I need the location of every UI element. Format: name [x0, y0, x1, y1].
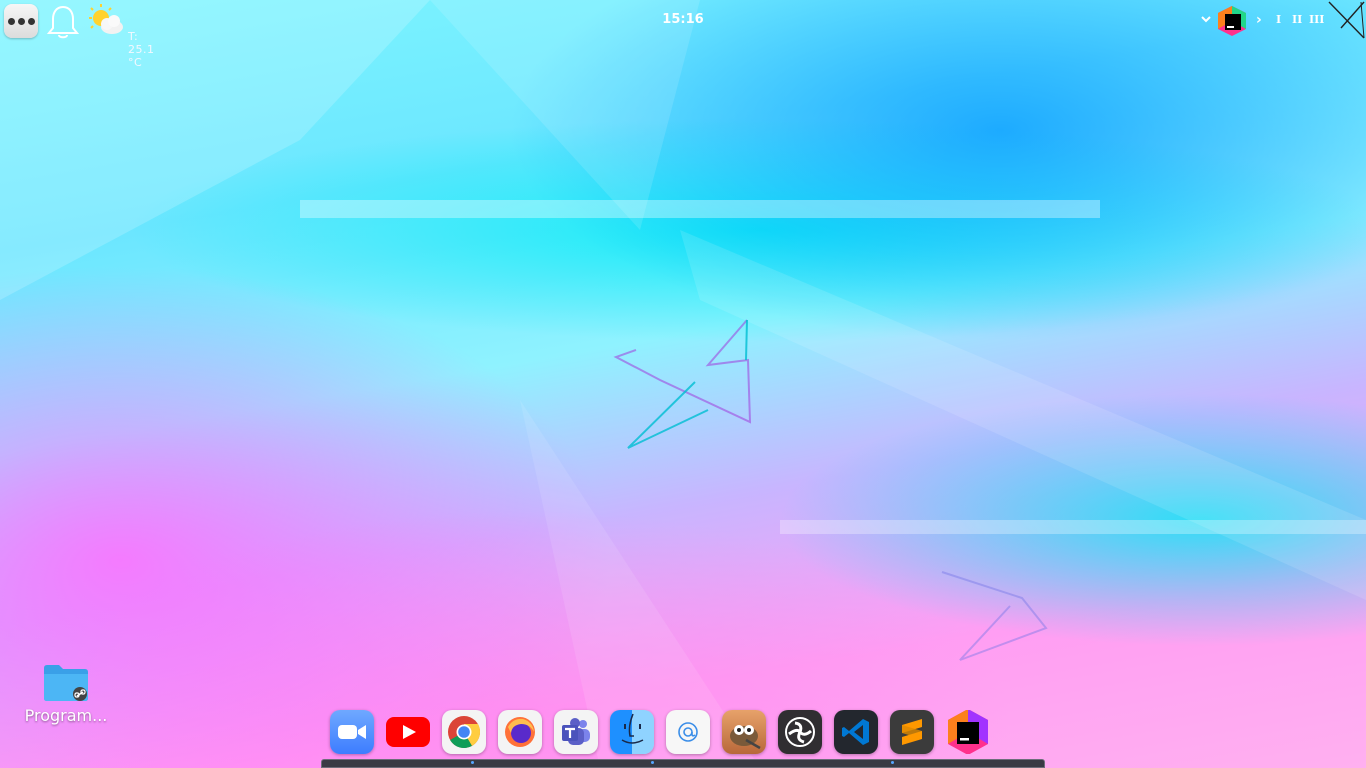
teams-icon: [562, 718, 590, 745]
hot-corner-icon[interactable]: [1327, 0, 1366, 40]
partly-cloudy-icon[interactable]: [86, 2, 124, 38]
wallpaper: [0, 0, 1366, 768]
dock-youtube[interactable]: [386, 710, 430, 754]
dock-web-browser[interactable]: [666, 710, 710, 754]
dot-icon: [7, 17, 15, 25]
desktop-icon-label: Program...: [24, 706, 108, 725]
dock-jetbrains[interactable]: [946, 710, 990, 754]
running-indicator: [651, 761, 654, 764]
dock-chrome[interactable]: [442, 710, 486, 754]
folder-link-icon: [44, 665, 88, 701]
dock-firefox[interactable]: [498, 710, 542, 754]
zoom-icon: [338, 725, 366, 739]
tray-expand-arrow[interactable]: ›: [1256, 12, 1262, 28]
dock-gimp[interactable]: [722, 710, 766, 754]
web-browser-icon: [678, 722, 698, 742]
desktop-icon-programs[interactable]: Program...: [18, 660, 114, 725]
firefox-icon: [505, 717, 535, 747]
bell-icon[interactable]: [46, 4, 80, 40]
finder-icon: [621, 713, 644, 744]
gimp-icon: [730, 725, 761, 750]
clock[interactable]: 15:16: [662, 12, 703, 27]
dock-teams[interactable]: [554, 710, 598, 754]
vscode-icon: [842, 719, 869, 745]
jetbrains-icon: [948, 710, 988, 754]
youtube-icon: [386, 717, 430, 747]
dot-icon: [27, 17, 35, 25]
running-indicator: [471, 761, 474, 764]
temperature-label: T: 25.1 °C: [128, 30, 155, 69]
workspace-1[interactable]: I: [1276, 13, 1281, 26]
dock-zoom[interactable]: [330, 710, 374, 754]
workspace-3[interactable]: III: [1309, 13, 1324, 26]
running-indicator: [891, 761, 894, 764]
dock-finder[interactable]: [610, 710, 654, 754]
chevron-down-icon[interactable]: [1199, 12, 1213, 26]
app-menu-button[interactable]: [4, 4, 38, 38]
jetbrains-tray-icon[interactable]: [1216, 5, 1248, 37]
sublime-icon: [902, 719, 922, 745]
dock-vscode[interactable]: [834, 710, 878, 754]
dock-sublime[interactable]: [890, 710, 934, 754]
chrome-icon: [448, 716, 481, 749]
dock: [330, 707, 990, 757]
obs-icon: [785, 717, 815, 747]
dot-icon: [17, 17, 25, 25]
workspace-2[interactable]: II: [1292, 13, 1302, 26]
dock-background: [321, 759, 1045, 768]
dock-obs[interactable]: [778, 710, 822, 754]
